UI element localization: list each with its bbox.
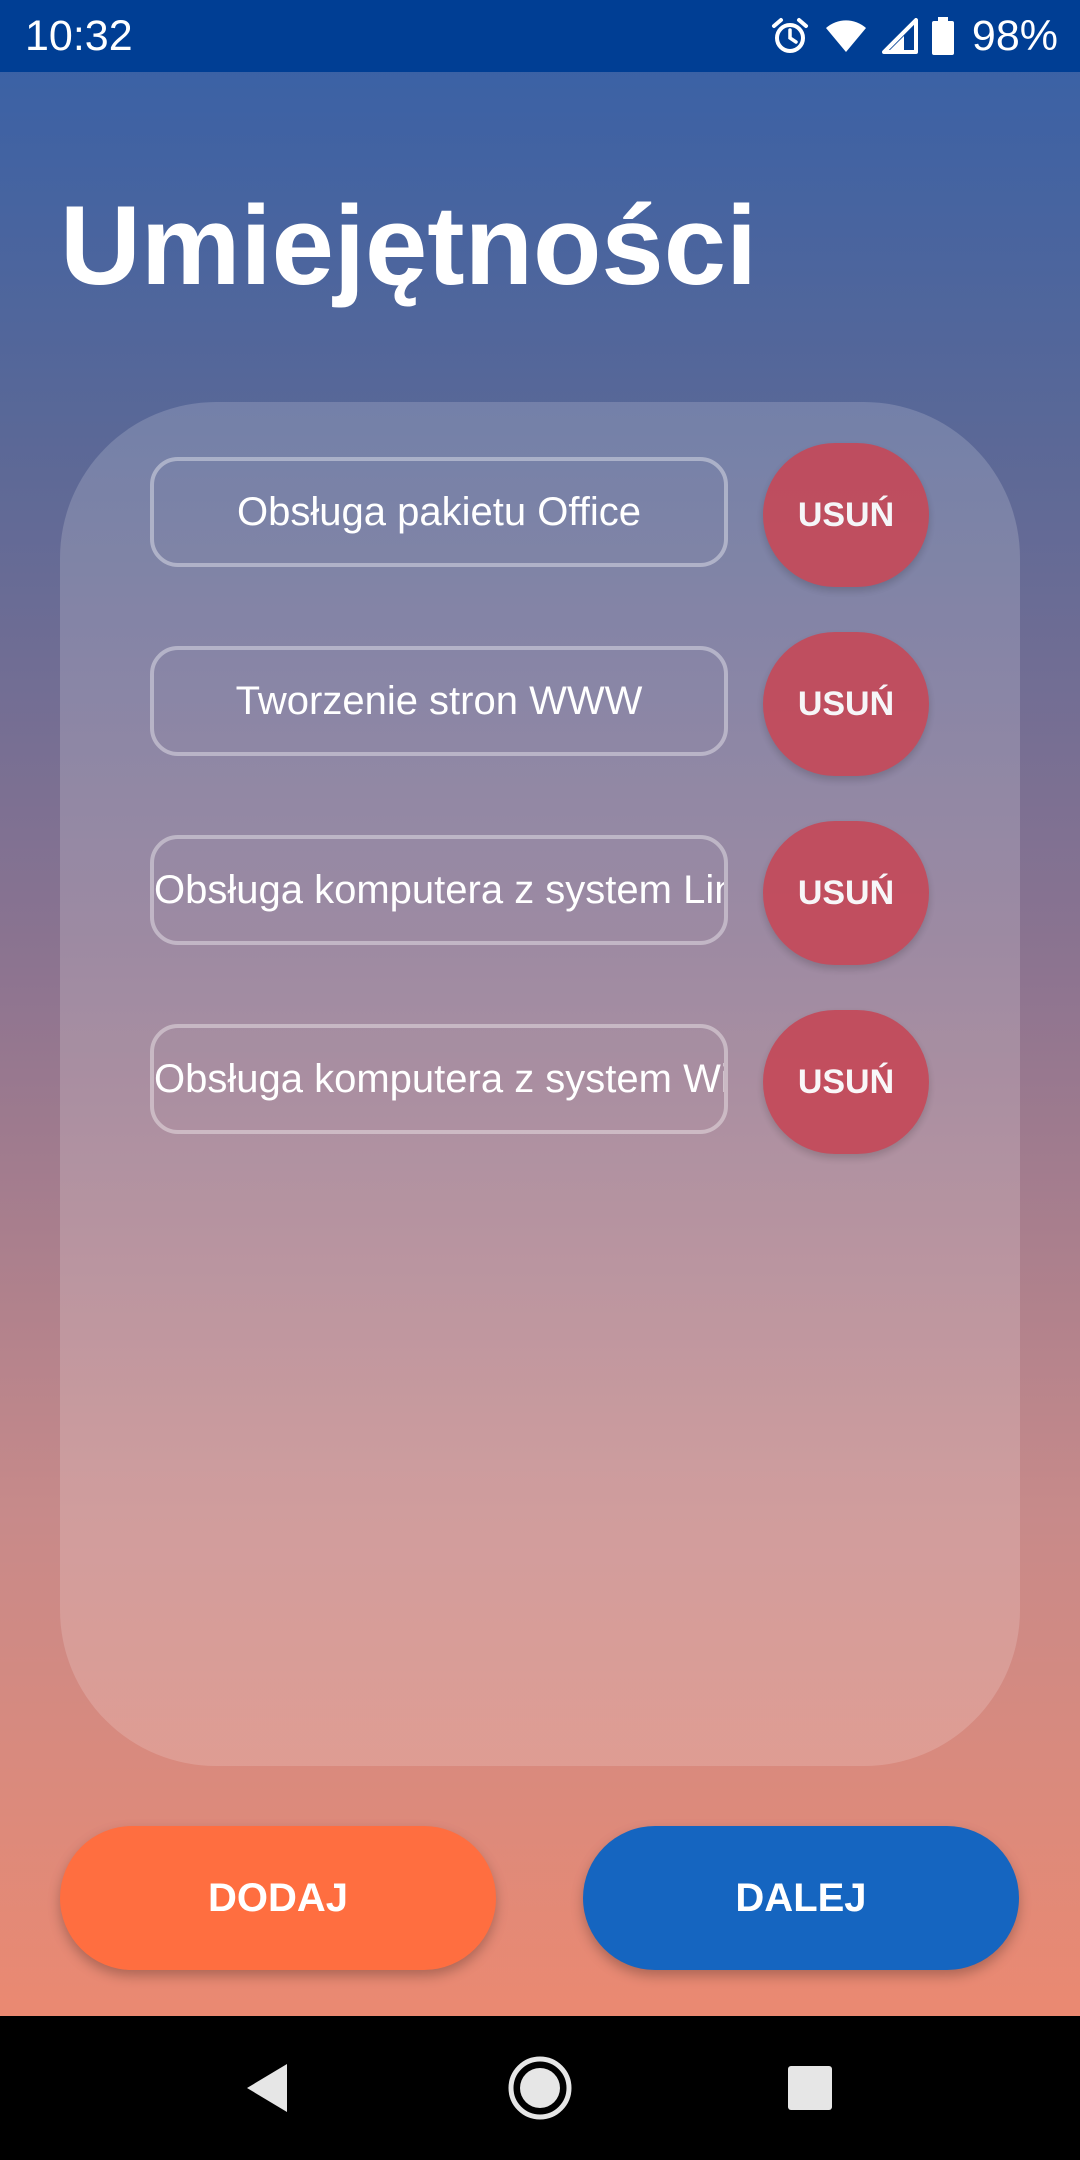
skill-name-text: Tworzenie stron WWW [235,678,643,723]
skill-name-text: Obsługa komputera z system Linux [154,867,728,912]
skill-row: Obsługa pakietu Office USUŃ [150,435,930,587]
status-bar: 10:32 98% [0,0,1080,72]
signal-icon [881,18,918,54]
wifi-icon [824,18,868,54]
home-icon[interactable] [504,2052,576,2124]
remove-skill-button[interactable]: USUŃ [763,821,929,965]
skill-row: Tworzenie stron WWW USUŃ [150,624,930,776]
skill-name-text: Obsługa pakietu Office [237,489,641,534]
alarm-icon [770,16,810,56]
skill-name-field[interactable]: Obsługa komputera z system Windows [150,1024,728,1134]
recents-icon[interactable] [774,2052,846,2124]
skill-name-field[interactable]: Obsługa komputera z system Linux [150,835,728,945]
battery-percentage: 98% [971,12,1058,60]
remove-skill-button[interactable]: USUŃ [763,443,929,587]
add-button[interactable]: DODAJ [60,1826,496,1970]
skill-row: Obsługa komputera z system Linux USUŃ [150,813,930,965]
skills-card: Obsługa pakietu Office USUŃ Tworzenie st… [60,402,1020,1766]
skill-name-text: Obsługa komputera z system Windows [154,1056,724,1101]
navigation-bar [0,2016,1080,2160]
skill-name-field[interactable]: Obsługa pakietu Office [150,457,728,567]
page-title: Umiejętności [60,183,758,308]
next-button[interactable]: DALEJ [583,1826,1019,1970]
status-icons: 98% [770,10,1058,62]
remove-skill-button[interactable]: USUŃ [763,632,929,776]
skill-name-field[interactable]: Tworzenie stron WWW [150,646,728,756]
skill-row: Obsługa komputera z system Windows USUŃ [150,1002,930,1154]
remove-skill-button[interactable]: USUŃ [763,1010,929,1154]
battery-icon [931,17,954,55]
status-time: 10:32 [25,12,133,60]
back-icon[interactable] [231,2052,303,2124]
